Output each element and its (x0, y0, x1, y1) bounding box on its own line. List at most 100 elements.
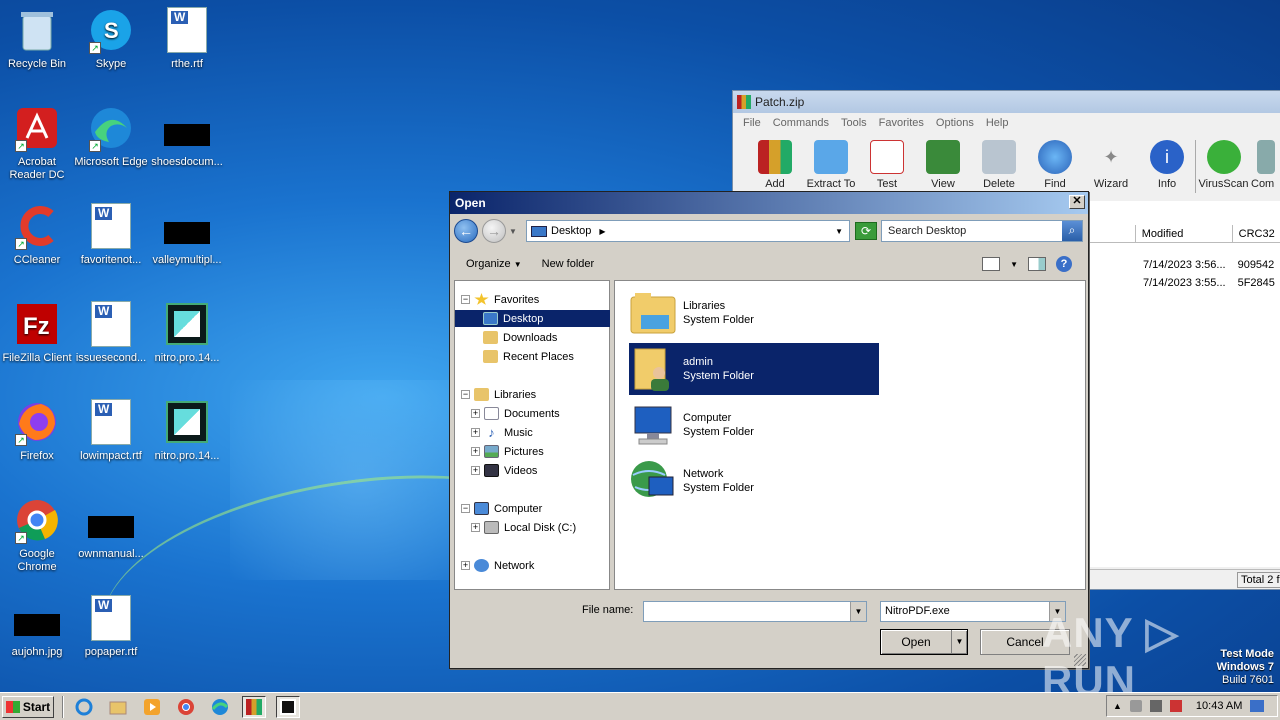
help-icon[interactable]: ? (1056, 256, 1072, 272)
show-desktop-icon[interactable] (1250, 700, 1265, 712)
winrar-file-list[interactable]: 7/14/2023 3:56... 909542 7/14/2023 3:55.… (1089, 201, 1280, 567)
collapse-icon[interactable]: − (461, 390, 470, 399)
desktop-icon-popaper[interactable]: W popaper.rtf (74, 594, 148, 659)
expand-icon[interactable]: + (471, 466, 480, 475)
forward-button[interactable]: → (482, 219, 506, 243)
volume-icon[interactable] (1129, 700, 1142, 712)
find-button[interactable]: Find (1027, 140, 1083, 193)
network-status-icon[interactable] (1149, 700, 1162, 712)
menu-commands[interactable]: Commands (767, 117, 835, 129)
open-button[interactable]: Open ▼ (880, 629, 968, 655)
expand-icon[interactable]: + (471, 428, 480, 437)
view-options-chevron-icon[interactable]: ▼ (1010, 260, 1018, 269)
media-player-taskbar-icon[interactable] (140, 696, 164, 718)
desktop-icon-filezilla[interactable]: Fz FileZilla Client (0, 300, 74, 365)
collapse-icon[interactable]: − (461, 295, 470, 304)
list-item[interactable]: admin System Folder (629, 343, 879, 395)
show-hidden-icons-icon[interactable]: ▲ (1113, 701, 1122, 711)
menu-help[interactable]: Help (980, 117, 1015, 129)
list-item[interactable]: Libraries System Folder (629, 287, 879, 339)
desktop-icon-favoritenot[interactable]: W favoritenot... (74, 202, 148, 267)
desktop-icon-ccleaner[interactable]: ↗ CCleaner (0, 202, 74, 267)
expand-icon[interactable]: + (471, 523, 480, 532)
nitro-taskbar-icon[interactable] (276, 695, 300, 718)
expand-icon[interactable]: + (461, 561, 470, 570)
tree-documents[interactable]: + Documents (471, 405, 560, 422)
column-header-blank[interactable] (1089, 225, 1136, 242)
info-button[interactable]: i Info (1139, 140, 1195, 193)
desktop-icon-recycle-bin[interactable]: Recycle Bin (0, 6, 74, 71)
refresh-button[interactable]: ⟳ (855, 222, 877, 240)
winrar-titlebar[interactable]: Patch.zip (733, 91, 1280, 113)
file-list-pane[interactable]: Libraries System Folder admin System Folde… (614, 280, 1086, 590)
tree-recent-places[interactable]: Recent Places (483, 348, 574, 365)
desktop-icon-rthe-rtf[interactable]: W rthe.rtf (150, 6, 224, 71)
desktop-icon-aujohn[interactable]: aujohn.jpg (0, 594, 74, 659)
desktop-icon-ownmanual[interactable]: ownmanual... (74, 496, 148, 561)
table-row[interactable]: 7/14/2023 3:56... 909542 (1143, 259, 1274, 271)
close-button[interactable]: ✕ (1069, 195, 1085, 209)
desktop-icon-chrome[interactable]: ↗ Google Chrome (0, 496, 74, 574)
collapse-icon[interactable]: − (461, 504, 470, 513)
tree-music[interactable]: + ♪ Music (471, 424, 533, 441)
desktop-icon-valleymultipl[interactable]: valleymultipl... (150, 202, 224, 267)
desktop-icon-issuesecond[interactable]: W issuesecond... (74, 300, 148, 365)
new-folder-button[interactable]: New folder (542, 258, 595, 270)
breadcrumb-chevron-icon[interactable]: ▶ (599, 227, 605, 236)
desktop-icon-edge[interactable]: ↗ Microsoft Edge (74, 104, 148, 169)
action-center-flag-icon[interactable] (1169, 700, 1182, 712)
desktop-icon-shoesdocum[interactable]: shoesdocum... (150, 104, 224, 169)
expand-icon[interactable]: + (471, 409, 480, 418)
delete-button[interactable]: Delete (971, 140, 1027, 193)
tree-libraries[interactable]: − Libraries (461, 386, 536, 403)
file-type-select[interactable]: NitroPDF.exe ▼ (880, 601, 1066, 622)
tree-pictures[interactable]: + Pictures (471, 443, 544, 460)
open-split-arrow-icon[interactable]: ▼ (951, 630, 967, 654)
menu-favorites[interactable]: Favorites (873, 117, 930, 129)
add-button[interactable]: Add (747, 140, 803, 193)
table-row[interactable]: 7/14/2023 3:55... 5F2845 (1143, 277, 1275, 289)
ie-taskbar-icon[interactable] (72, 696, 96, 718)
desktop-icon-nitro-2[interactable]: nitro.pro.14... (150, 398, 224, 463)
dialog-titlebar[interactable]: Open (450, 192, 1088, 214)
winrar-taskbar-icon[interactable] (242, 695, 266, 718)
tree-local-disk[interactable]: + Local Disk (C:) (471, 519, 576, 536)
chrome-taskbar-icon[interactable] (174, 696, 198, 718)
virusscan-button[interactable]: VirusScan (1195, 140, 1251, 193)
back-button[interactable]: ← (454, 219, 478, 243)
column-header-modified[interactable]: Modified (1136, 225, 1233, 242)
tree-downloads[interactable]: Downloads (483, 329, 557, 346)
desktop-icon-nitro-1[interactable]: nitro.pro.14... (150, 300, 224, 365)
wizard-button[interactable]: ✦ Wizard (1083, 140, 1139, 193)
file-name-input[interactable]: ▼ (643, 601, 867, 622)
address-bar[interactable]: Desktop ▶ ▼ (526, 220, 850, 242)
tree-favorites[interactable]: − Favorites (461, 291, 539, 308)
clock[interactable]: 10:43 AM (1196, 700, 1242, 712)
search-icon[interactable]: ⌕ (1062, 221, 1082, 241)
open-dialog[interactable]: Open ✕ ← → ▼ Desktop ▶ ▼ ⟳ Search Deskto… (449, 191, 1089, 669)
comment-button[interactable]: Com (1251, 140, 1280, 193)
tree-network[interactable]: + Network (461, 557, 534, 574)
menu-options[interactable]: Options (930, 117, 980, 129)
desktop-icon-firefox[interactable]: ↗ Firefox (0, 398, 74, 463)
list-item[interactable]: Computer System Folder (629, 399, 879, 451)
change-view-icon[interactable] (982, 257, 1001, 271)
recent-locations-chevron-icon[interactable]: ▼ (509, 227, 517, 236)
desktop-icon-acrobat[interactable]: ↗ Acrobat Reader DC (0, 104, 74, 182)
test-button[interactable]: Test (859, 140, 915, 193)
desktop-icon-skype[interactable]: S ↗ Skype (74, 6, 148, 71)
address-dropdown-icon[interactable]: ▼ (835, 227, 843, 236)
start-button[interactable]: Start (2, 695, 54, 718)
search-input[interactable]: Search Desktop ⌕ (881, 220, 1083, 242)
extract-to-button[interactable]: Extract To (803, 140, 859, 193)
view-button[interactable]: View (915, 140, 971, 193)
expand-icon[interactable]: + (471, 447, 480, 456)
menu-tools[interactable]: Tools (835, 117, 873, 129)
list-item[interactable]: Network System Folder (629, 455, 879, 507)
column-header-crc32[interactable]: CRC32 (1233, 225, 1280, 242)
preview-pane-icon[interactable] (1028, 257, 1046, 271)
desktop-icon-lowimpact[interactable]: W lowimpact.rtf (74, 398, 148, 463)
organize-button[interactable]: Organize ▼ (466, 258, 522, 270)
file-name-dropdown-icon[interactable]: ▼ (850, 602, 866, 621)
edge-taskbar-icon[interactable] (208, 696, 232, 718)
